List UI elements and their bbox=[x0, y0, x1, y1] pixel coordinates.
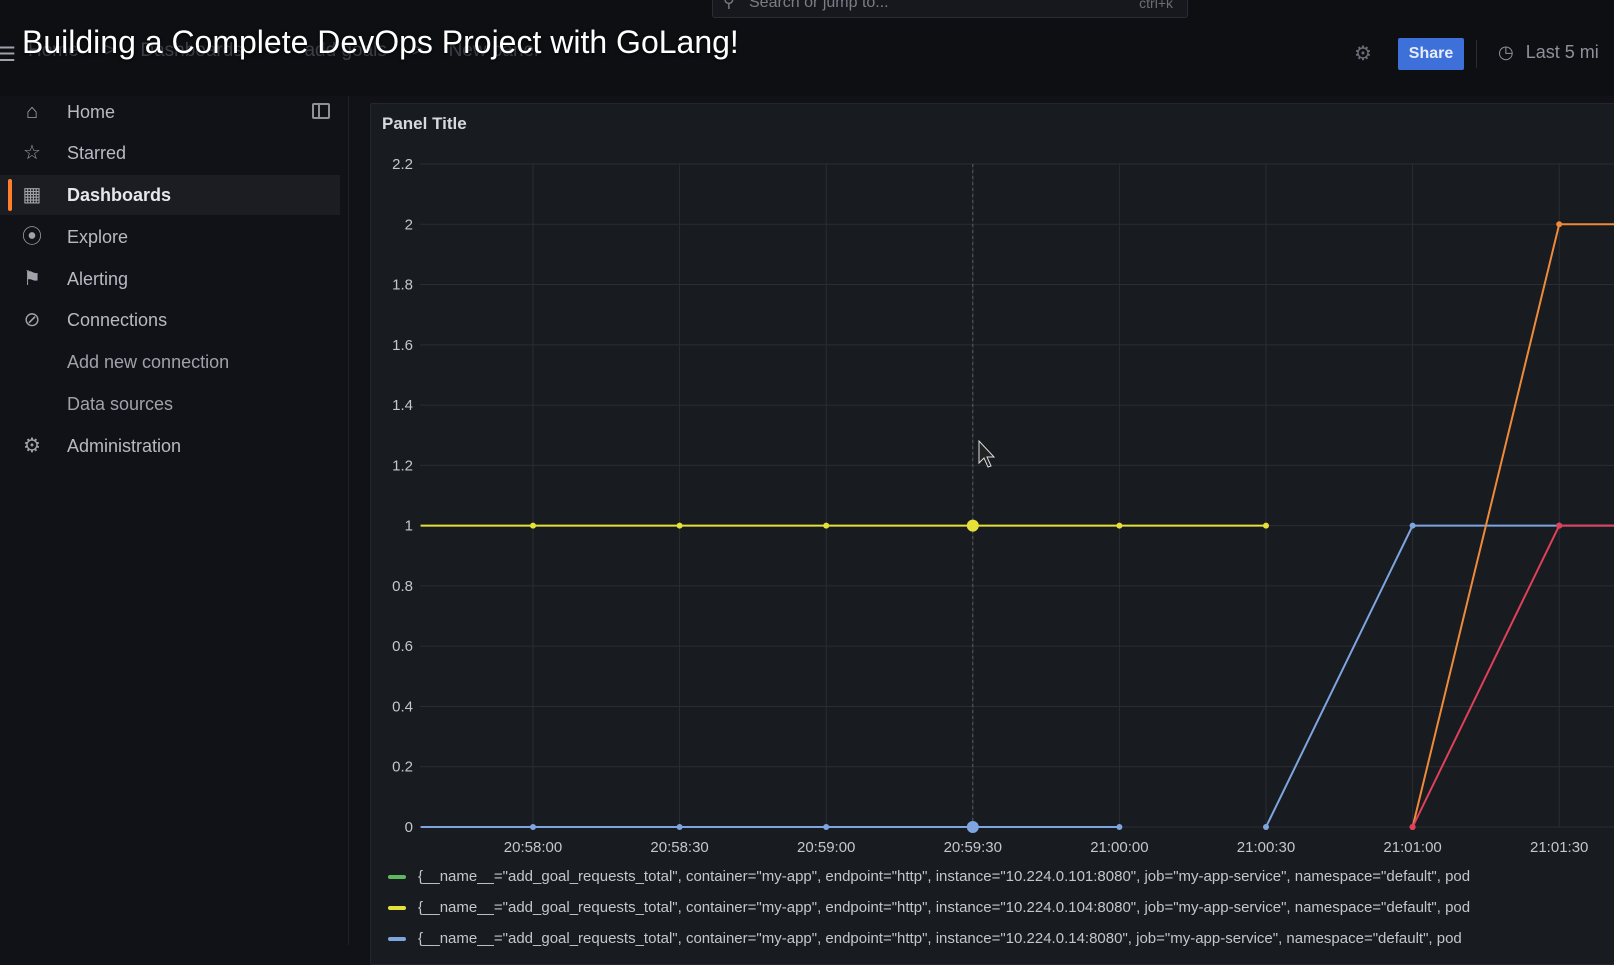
data-point-yellow[interactable] bbox=[676, 522, 683, 529]
mouse-cursor-icon bbox=[978, 439, 996, 468]
legend-label: {__name__="add_goal_requests_total", con… bbox=[418, 899, 1471, 916]
x-tick-label: 20:58:30 bbox=[650, 839, 708, 856]
data-point-blue[interactable] bbox=[1263, 824, 1269, 830]
x-tick-label: 20:59:00 bbox=[797, 839, 855, 856]
data-point-blue[interactable] bbox=[823, 824, 830, 830]
legend-item[interactable]: {__name__="add_goal_requests_total", con… bbox=[388, 862, 1614, 893]
data-point-blue[interactable] bbox=[1409, 522, 1416, 529]
x-tick-label: 20:59:30 bbox=[944, 839, 1002, 856]
y-tick-label: 2.2 bbox=[392, 156, 413, 173]
y-tick-label: 0.4 bbox=[392, 698, 413, 715]
legend-item[interactable]: {__name__="add_goal_requests_total", con… bbox=[388, 924, 1614, 955]
legend-swatch bbox=[388, 937, 406, 941]
chart-legend: {__name__="add_goal_requests_total", con… bbox=[388, 862, 1614, 955]
legend-swatch bbox=[388, 875, 406, 879]
data-point-blue[interactable] bbox=[530, 824, 536, 830]
data-point-yellow[interactable] bbox=[1263, 522, 1269, 529]
video-title-overlay: Building a Complete DevOps Project with … bbox=[22, 24, 739, 60]
x-tick-label: 21:01:00 bbox=[1383, 839, 1441, 856]
x-tick-label: 21:01:30 bbox=[1530, 839, 1588, 856]
y-tick-label: 0 bbox=[405, 819, 413, 836]
y-tick-label: 0.8 bbox=[392, 578, 413, 595]
y-tick-label: 0.6 bbox=[392, 638, 413, 655]
y-tick-label: 1.4 bbox=[392, 397, 413, 414]
x-tick-label: 20:58:00 bbox=[504, 839, 562, 856]
data-point-yellow[interactable] bbox=[1116, 522, 1123, 529]
legend-swatch bbox=[388, 906, 406, 910]
data-point-yellow[interactable] bbox=[530, 522, 536, 529]
data-point-blue[interactable] bbox=[676, 824, 683, 830]
y-tick-label: 1.6 bbox=[392, 337, 413, 354]
y-tick-label: 2 bbox=[405, 216, 413, 233]
data-point-yellow[interactable] bbox=[823, 522, 830, 529]
data-point-red[interactable] bbox=[1409, 824, 1416, 830]
hover-point-blue bbox=[966, 821, 979, 833]
y-tick-label: 0.2 bbox=[392, 759, 413, 776]
x-tick-label: 21:00:30 bbox=[1237, 839, 1295, 856]
series-line-blue[interactable] bbox=[1265, 524, 1614, 828]
legend-label: {__name__="add_goal_requests_total", con… bbox=[418, 930, 1462, 947]
legend-label: {__name__="add_goal_requests_total", con… bbox=[418, 868, 1471, 885]
data-point-red[interactable] bbox=[1556, 522, 1563, 529]
data-point-orange[interactable] bbox=[1556, 221, 1563, 228]
y-tick-label: 1 bbox=[405, 518, 413, 535]
y-tick-label: 1.8 bbox=[392, 277, 413, 294]
hover-point-yellow bbox=[966, 519, 979, 532]
legend-item[interactable]: {__name__="add_goal_requests_total", con… bbox=[388, 893, 1614, 924]
time-series-chart[interactable]: 0 0.2 0.4 0.6 0.8 1 1.2 1.4 1.6 1.8 2 2.2 20:58:00 20… bbox=[0, 0, 1614, 945]
y-tick-label: 1.2 bbox=[392, 457, 413, 474]
data-point-blue[interactable] bbox=[1116, 824, 1123, 830]
series-line-red[interactable] bbox=[1411, 524, 1614, 828]
x-tick-label: 21:00:00 bbox=[1090, 839, 1148, 856]
